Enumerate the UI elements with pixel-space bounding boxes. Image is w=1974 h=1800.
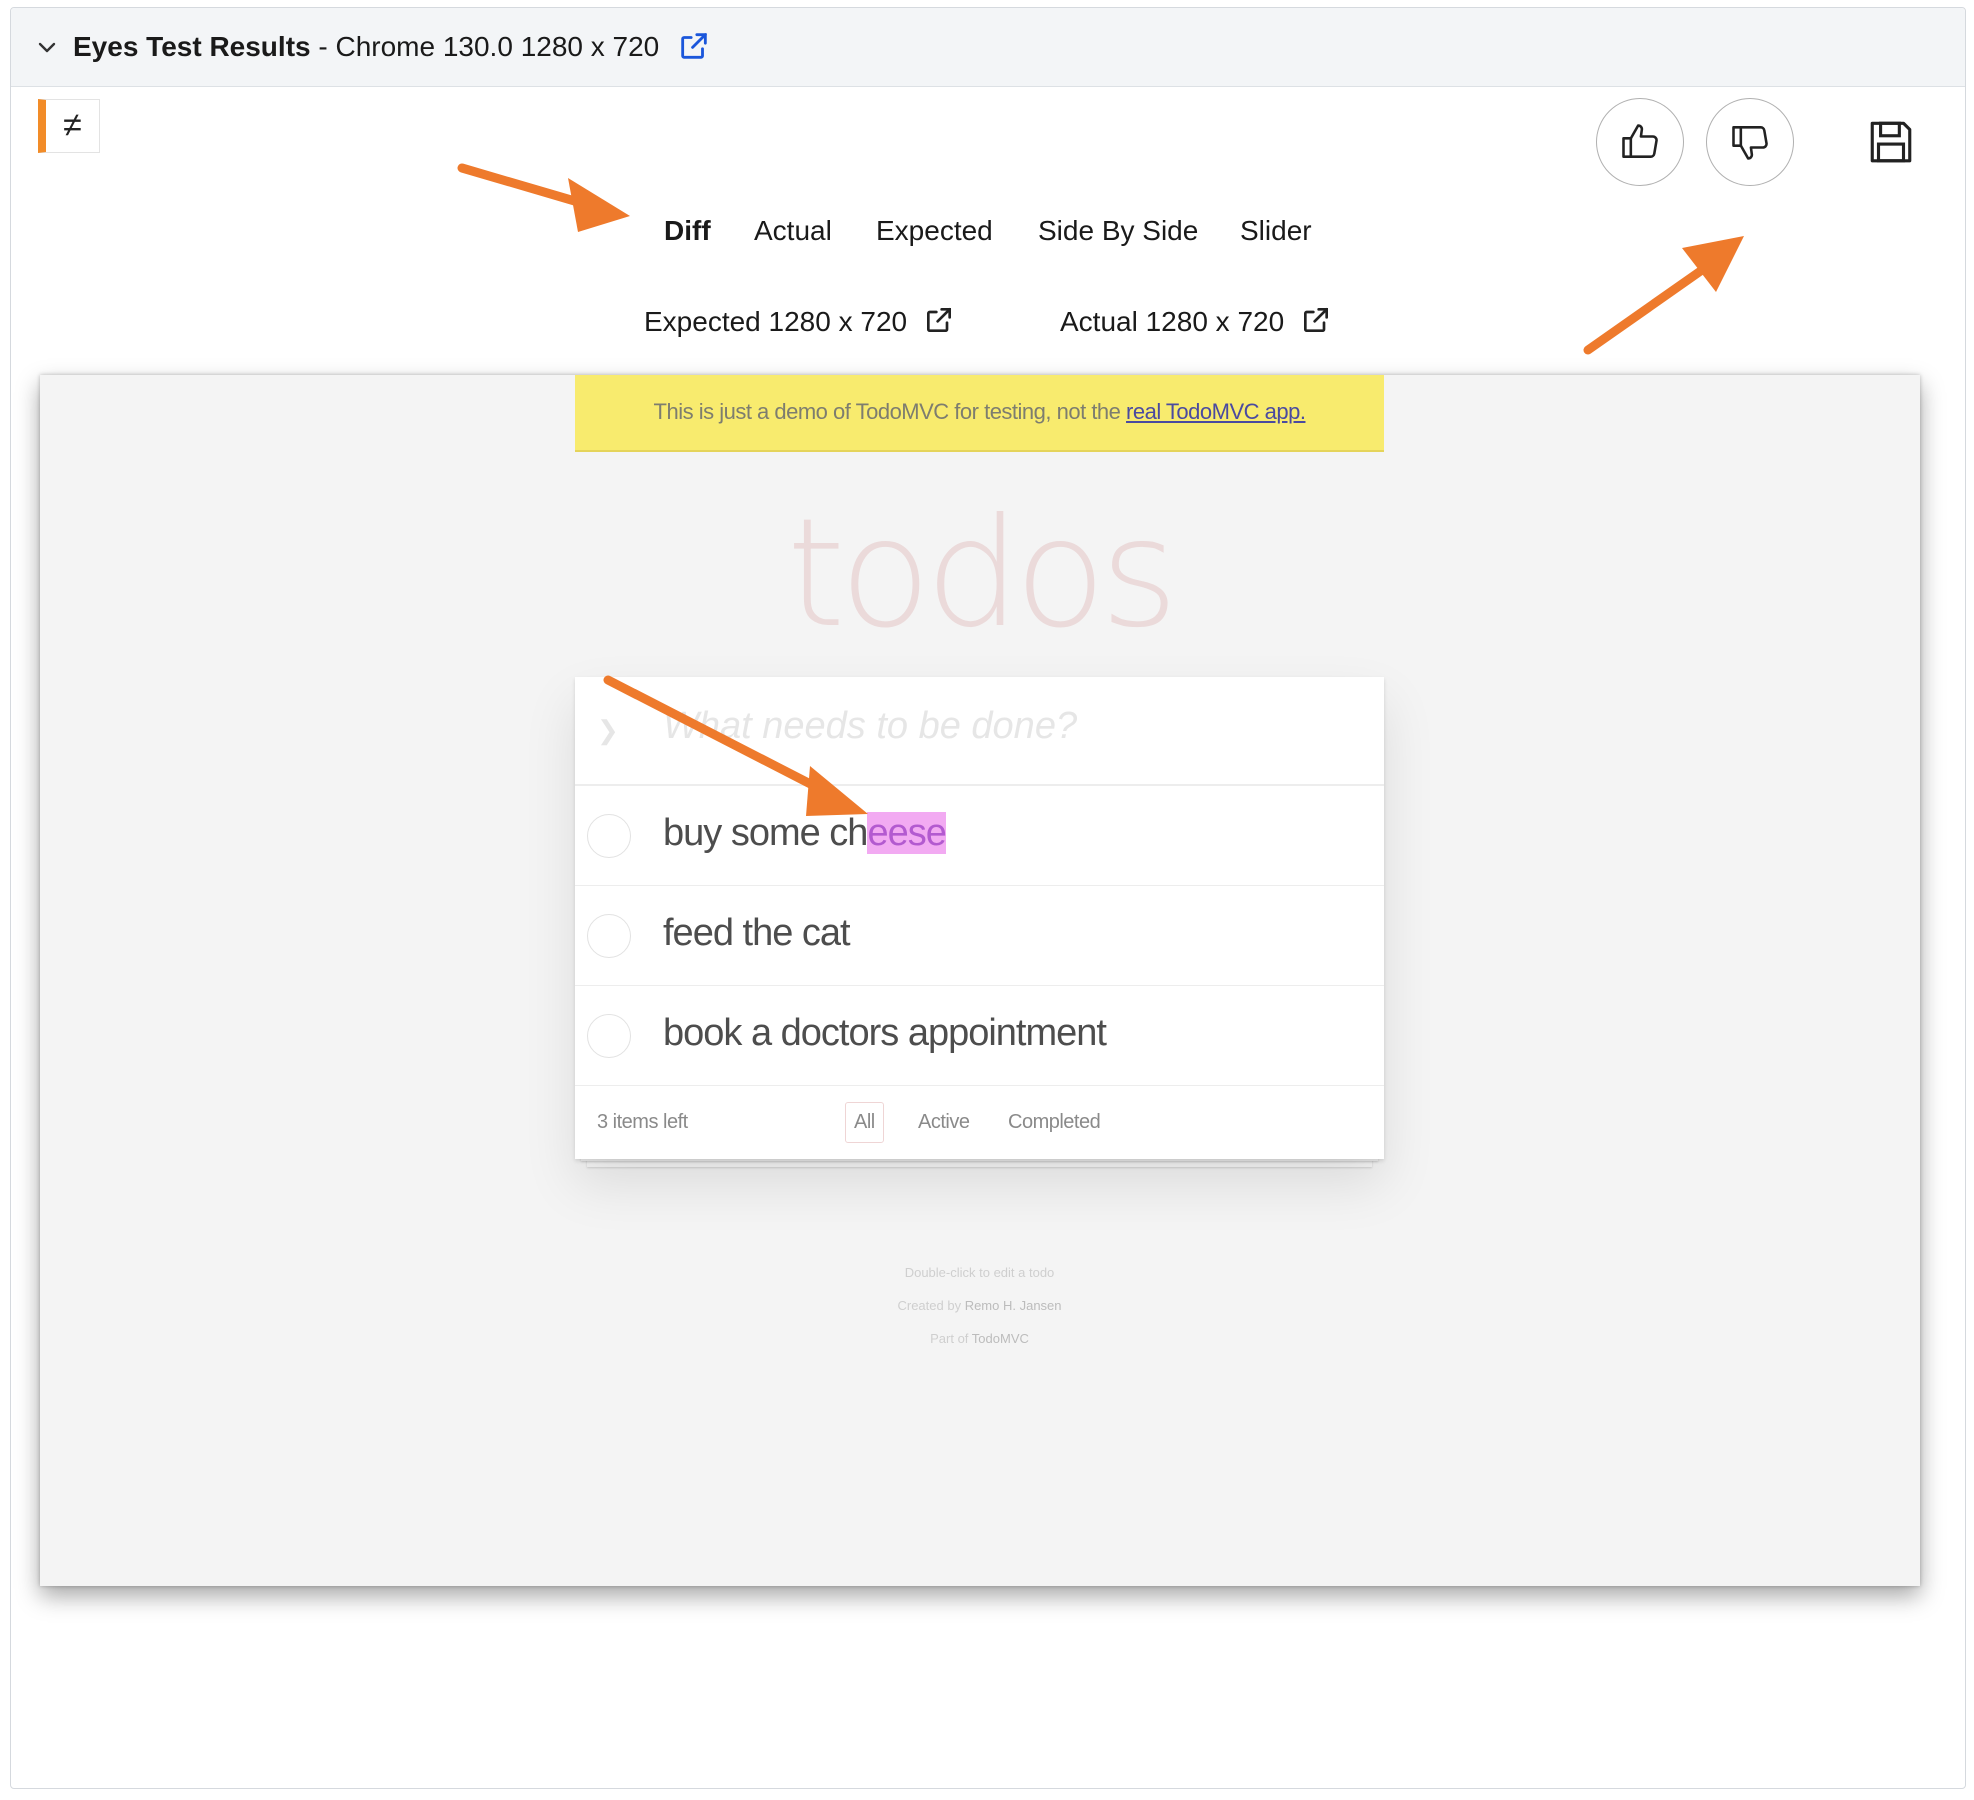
view-mode-tabs: Diff Actual Expected Side By Side Slider: [0, 215, 1974, 255]
todo-footer: 3 items left All Active Completed: [575, 1086, 1384, 1159]
panel-title-rest: - Chrome 130.0 1280 x 720: [310, 31, 660, 62]
info-credits-name: Remo H. Jansen: [964, 1298, 1062, 1313]
todo-checkbox: [587, 814, 631, 858]
actual-image-link[interactable]: Actual 1280 x 720: [1060, 306, 1332, 338]
banner-link: real TodoMVC app.: [1126, 399, 1306, 424]
thumbs-down-icon: [1732, 126, 1768, 160]
tab-side-by-side[interactable]: Side By Side: [1038, 215, 1198, 247]
items-left-count: 3 items left: [597, 1111, 688, 1133]
info-line-edit: Double-click to edit a todo: [904, 1265, 1055, 1280]
filter-active: Active: [918, 1111, 970, 1133]
tab-expected[interactable]: Expected: [876, 215, 993, 247]
new-todo-placeholder: What needs to be done?: [663, 705, 1078, 747]
filter-completed: Completed: [1008, 1111, 1101, 1133]
not-equal-icon: ≠: [63, 106, 82, 144]
info-credits-prefix: Created by: [897, 1298, 965, 1313]
todos-logo: todos: [786, 487, 1179, 661]
info-part-name: TodoMVC: [971, 1331, 1029, 1346]
panel-title-bold: Eyes Test Results: [73, 31, 311, 62]
info-line-credits: Created by Remo H. Jansen: [575, 1298, 1384, 1313]
external-link-icon: [926, 307, 951, 332]
todo-checkbox: [587, 914, 631, 958]
actual-image-label: Actual 1280 x 720: [1060, 306, 1285, 337]
todo-label: feed the cat: [663, 912, 851, 954]
list-item: book a doctors appointment: [575, 986, 1384, 1086]
list-item: feed the cat: [575, 886, 1384, 986]
external-link-icon[interactable]: [677, 29, 711, 63]
filter-all: All: [845, 1102, 884, 1143]
tab-actual[interactable]: Actual: [754, 215, 832, 247]
reject-button[interactable]: [1706, 98, 1794, 186]
panel-title: Eyes Test Results - Chrome 130.0 1280 x …: [73, 30, 711, 64]
info-part-prefix: Part of: [930, 1331, 972, 1346]
approve-button[interactable]: [1596, 98, 1684, 186]
demo-banner: This is just a demo of TodoMVC for testi…: [575, 375, 1384, 452]
expected-image-label: Expected 1280 x 720: [644, 306, 908, 337]
list-item: buy some cheese: [575, 786, 1384, 886]
todo-checkbox: [587, 1014, 631, 1058]
chevron-down-icon[interactable]: [31, 32, 63, 64]
diff-highlight: eese: [867, 812, 947, 854]
tab-slider[interactable]: Slider: [1240, 215, 1312, 247]
todo-label: book a doctors appointment: [663, 1012, 1107, 1054]
todo-text: buy some ch: [663, 812, 868, 854]
diff-status-indicator: ≠: [38, 99, 100, 153]
save-icon[interactable]: [1866, 117, 1916, 167]
thumbs-up-icon: [1622, 124, 1658, 158]
banner-text: This is just a demo of TodoMVC for testi…: [653, 399, 1127, 424]
new-todo-input: ❯ What needs to be done?: [575, 677, 1384, 786]
tab-diff[interactable]: Diff: [664, 215, 711, 247]
toggle-all-icon: ❯: [597, 715, 619, 745]
todo-card: ❯ What needs to be done? buy some cheese…: [575, 677, 1384, 1159]
expected-image-link[interactable]: Expected 1280 x 720: [644, 306, 955, 338]
panel-header[interactable]: Eyes Test Results - Chrome 130.0 1280 x …: [11, 8, 1965, 87]
external-link-icon: [1303, 307, 1328, 332]
todo-label: buy some cheese: [663, 812, 947, 855]
diff-screenshot[interactable]: This is just a demo of TodoMVC for testi…: [40, 375, 1920, 1586]
info-line-part-of: Part of TodoMVC: [575, 1331, 1384, 1346]
